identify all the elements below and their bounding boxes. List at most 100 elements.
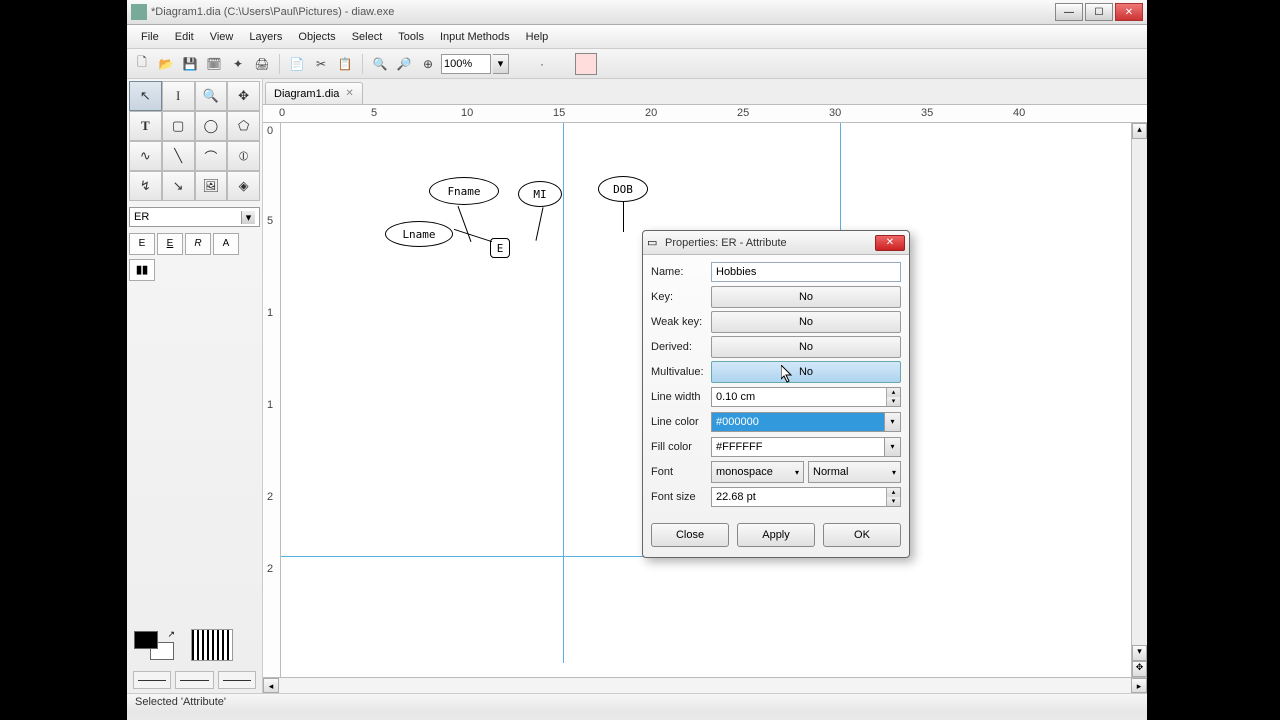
open-file-icon[interactable]: 📂 (155, 53, 177, 75)
name-input[interactable] (711, 262, 901, 282)
er-weak-entity-tool[interactable]: E (157, 233, 183, 255)
copy-icon[interactable]: 📄 (286, 53, 308, 75)
zoom-dropdown-icon[interactable]: ▾ (493, 54, 509, 74)
attribute-mi[interactable]: MI (518, 181, 562, 207)
menu-layers[interactable]: Layers (241, 28, 290, 46)
ok-button[interactable]: OK (823, 523, 901, 547)
font-family-select[interactable]: monospace▾ (711, 461, 804, 483)
attribute-dob[interactable]: DOB (598, 176, 648, 202)
menu-objects[interactable]: Objects (290, 28, 343, 46)
attribute-partial[interactable]: E (490, 238, 510, 258)
properties-dialog: ▭ Properties: ER - Attribute ✕ Name: Key… (642, 230, 910, 558)
minimize-button[interactable]: — (1055, 3, 1083, 21)
fillcolor-dropdown-icon[interactable]: ▾ (885, 437, 901, 457)
fontsize-spinner[interactable]: ▴▾ (711, 487, 901, 507)
ellipse-tool[interactable]: ◯ (195, 111, 228, 141)
dialog-close-button[interactable]: ✕ (875, 235, 905, 251)
maximize-button[interactable]: ☐ (1085, 3, 1113, 21)
line-tool[interactable]: ╲ (162, 141, 195, 171)
save-icon[interactable]: 💾 (179, 53, 201, 75)
nav-icon[interactable]: ✥ (1132, 661, 1147, 677)
polyline-tool[interactable]: ↯ (129, 171, 162, 201)
tab-diagram1[interactable]: Diagram1.dia ✕ (265, 82, 363, 104)
spin-down-icon[interactable]: ▾ (886, 397, 900, 406)
vertical-scrollbar[interactable]: ▴ ▾ ✥ (1131, 123, 1147, 677)
scroll-down-icon[interactable]: ▾ (1132, 645, 1147, 661)
attribute-lname[interactable]: Lname (385, 221, 453, 247)
dialog-titlebar[interactable]: ▭ Properties: ER - Attribute ✕ (643, 231, 909, 255)
polygon-tool[interactable]: ⬠ (227, 111, 260, 141)
status-bar: Selected 'Attribute' (127, 693, 1147, 713)
scroll-left-icon[interactable]: ◂ (263, 678, 279, 693)
apply-button[interactable]: Apply (737, 523, 815, 547)
pan-tool[interactable]: ✥ (227, 81, 260, 111)
zoom-level-input[interactable]: 100% (441, 54, 491, 74)
color-swatch[interactable]: ↗ (133, 629, 175, 661)
window-title: *Diagram1.dia (C:\Users\Paul\Pictures) -… (151, 6, 1053, 18)
menu-input-methods[interactable]: Input Methods (432, 28, 518, 46)
derived-label: Derived: (651, 341, 711, 353)
image-tool[interactable]: 🖼 (195, 171, 228, 201)
tool-sidebar: ↖ I 🔍 ✥ T ▢ ◯ ⬠ ∿ ╲ ⌒ ⦶ ↯ ↘ 🖼 ◈ ER ▾ (127, 79, 263, 693)
spin-down-icon[interactable]: ▾ (886, 497, 900, 506)
attribute-fname[interactable]: Fname (429, 177, 499, 205)
pattern-swatch[interactable] (191, 629, 233, 661)
er-relationship-tool[interactable]: R (185, 233, 211, 255)
scroll-up-icon[interactable]: ▴ (1132, 123, 1147, 139)
linecolor-dropdown-icon[interactable]: ▾ (885, 412, 901, 432)
magnify-tool[interactable]: 🔍 (195, 81, 228, 111)
zoom-out-icon[interactable]: 🔎 (393, 53, 415, 75)
outline-tool[interactable]: ◈ (227, 171, 260, 201)
zoom-fit-icon[interactable]: ⊕ (417, 53, 439, 75)
shape-group-select[interactable]: ER ▾ (129, 207, 260, 227)
paste-icon[interactable]: 📋 (334, 53, 356, 75)
box-tool[interactable]: ▢ (162, 111, 195, 141)
line-start-style[interactable] (133, 671, 171, 689)
bezier-tool[interactable]: ∿ (129, 141, 162, 171)
dropdown-icon: ▾ (241, 211, 255, 224)
multivalue-toggle[interactable]: No (711, 361, 901, 383)
spin-up-icon[interactable]: ▴ (886, 388, 900, 397)
snap-dot-icon[interactable]: · (531, 53, 553, 75)
text-tool[interactable]: T (129, 111, 162, 141)
horizontal-scrollbar[interactable]: ◂ ▸ (263, 677, 1147, 693)
font-style-select[interactable]: Normal▾ (808, 461, 901, 483)
close-button[interactable]: ✕ (1115, 3, 1143, 21)
shape-group-label: ER (134, 211, 149, 223)
zigzag-tool[interactable]: ⦶ (227, 141, 260, 171)
cut-icon[interactable]: ✂ (310, 53, 332, 75)
er-entity-tool[interactable]: E (129, 233, 155, 255)
new-file-icon[interactable]: 🗋 (131, 53, 153, 75)
line-end-style[interactable] (218, 671, 256, 689)
er-attribute-tool[interactable]: A (213, 233, 239, 255)
dialog-title: Properties: ER - Attribute (665, 237, 875, 249)
derived-toggle[interactable]: No (711, 336, 901, 358)
print-icon[interactable]: 🖨 (251, 53, 273, 75)
menu-view[interactable]: View (202, 28, 242, 46)
spin-up-icon[interactable]: ▴ (886, 488, 900, 497)
snap-grid-button[interactable] (575, 53, 597, 75)
weakkey-toggle[interactable]: No (711, 311, 901, 333)
menu-select[interactable]: Select (344, 28, 391, 46)
text-cursor-tool[interactable]: I (162, 81, 195, 111)
er-participation-tool[interactable]: ▮▮ (129, 259, 155, 281)
scroll-right-icon[interactable]: ▸ (1131, 678, 1147, 693)
save-as-icon[interactable]: 🗓 (203, 53, 225, 75)
linewidth-spinner[interactable]: ▴▾ (711, 387, 901, 407)
fillcolor-input[interactable]: #FFFFFF (711, 437, 885, 457)
menu-file[interactable]: File (133, 28, 167, 46)
menu-edit[interactable]: Edit (167, 28, 202, 46)
menu-tools[interactable]: Tools (390, 28, 432, 46)
key-toggle[interactable]: No (711, 286, 901, 308)
arc-tool[interactable]: ⌒ (195, 141, 228, 171)
export-icon[interactable]: ✦ (227, 53, 249, 75)
zoom-in-icon[interactable]: 🔍 (369, 53, 391, 75)
line-mid-style[interactable] (175, 671, 213, 689)
pointer-tool[interactable]: ↖ (129, 81, 162, 111)
linecolor-input[interactable]: #000000 (711, 412, 885, 432)
menu-help[interactable]: Help (518, 28, 557, 46)
connector-tool[interactable]: ↘ (162, 171, 195, 201)
window-titlebar: *Diagram1.dia (C:\Users\Paul\Pictures) -… (127, 0, 1147, 25)
close-button[interactable]: Close (651, 523, 729, 547)
tab-close-icon[interactable]: ✕ (345, 88, 353, 99)
